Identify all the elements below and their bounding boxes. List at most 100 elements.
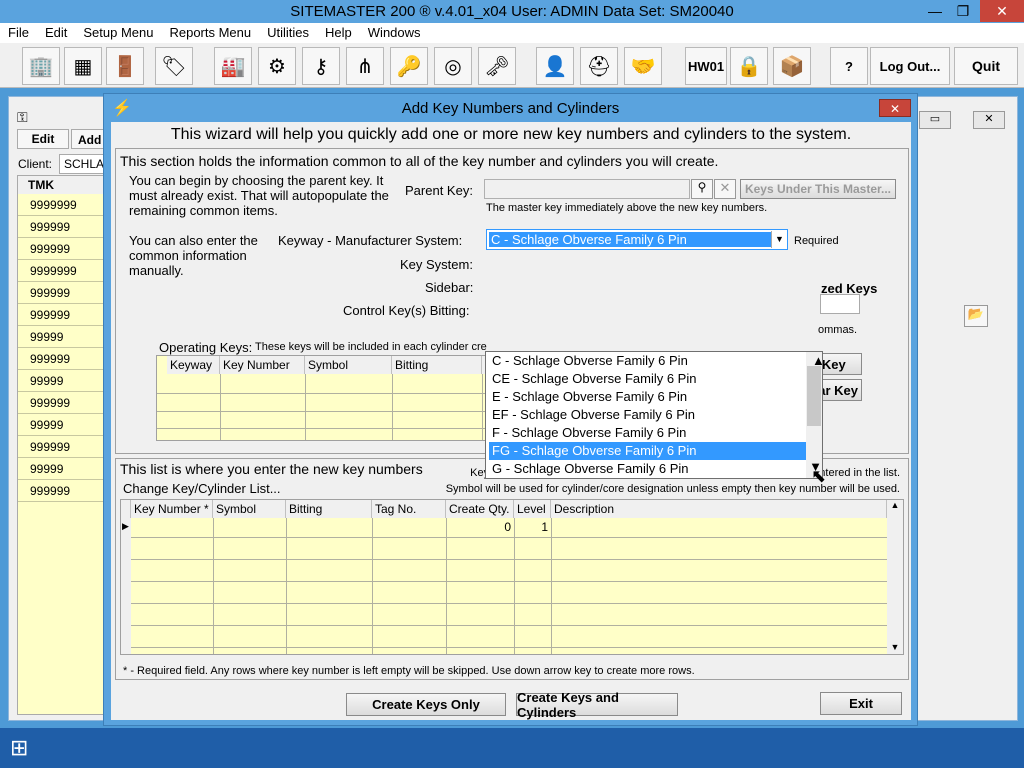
tmk-row[interactable]: 999999 [18, 392, 114, 414]
dialog-close-button[interactable]: ✕ [879, 99, 911, 117]
tmk-row[interactable]: 999999 [18, 238, 114, 260]
edit-button[interactable]: Edit [17, 129, 69, 149]
binoculars-icon[interactable]: ⚲ [691, 179, 713, 199]
menu-windows[interactable]: Windows [360, 23, 429, 40]
tmk-row[interactable]: 9999999 [18, 194, 114, 216]
footnote: * - Required field. Any rows where key n… [123, 665, 695, 677]
parent-key-label: Parent Key: [405, 183, 473, 198]
tmk-row[interactable]: 999999 [18, 282, 114, 304]
tmk-row[interactable]: 99999 [18, 458, 114, 480]
operating-keys-label: Operating Keys: [159, 340, 253, 355]
required-label: Required [794, 235, 839, 247]
dialog-titlebar: ⚡ Add Key Numbers and Cylinders ✕ [104, 94, 917, 122]
logout-button[interactable]: Log Out... [870, 47, 950, 85]
key-icon: ⚿ [17, 109, 28, 125]
chevron-down-icon[interactable]: ▼ [771, 231, 787, 248]
building-icon[interactable]: 🏢 [22, 47, 60, 85]
client-label: Client: [18, 157, 53, 171]
parent-key-input[interactable] [484, 179, 690, 199]
key-system-label: Key System: [400, 257, 473, 272]
dropdown-option[interactable]: C - Schlage Obverse Family 6 Pin [489, 352, 806, 370]
tmk-row[interactable]: 99999 [18, 370, 114, 392]
change-list-link[interactable]: Change Key/Cylinder List... [123, 481, 281, 496]
row1-qty[interactable]: 0 [451, 520, 511, 534]
keyway-dropdown-list[interactable]: C - Schlage Obverse Family 6 Pin CE - Sch… [485, 351, 825, 479]
close-button[interactable]: ✕ [980, 0, 1024, 22]
list-scrollbar[interactable]: ▲ ▼ [887, 500, 903, 654]
hw01-button[interactable]: HW01 [685, 47, 727, 85]
dropdown-option[interactable]: EF - Schlage Obverse Family 6 Pin [489, 406, 806, 424]
gears-icon[interactable]: ⚙ [258, 47, 296, 85]
new-keys-grid[interactable]: Key Number * Symbol Bitting Tag No. Crea… [120, 499, 904, 655]
quit-button[interactable]: Quit [954, 47, 1018, 85]
restore-button[interactable]: ❐ [948, 0, 978, 22]
control-bitting-label: Control Key(s) Bitting: [343, 303, 470, 318]
keyway-select-value: C - Schlage Obverse Family 6 Pin [489, 232, 771, 247]
tmk-row[interactable]: 999999 [18, 304, 114, 326]
person-icon[interactable]: 👤 [536, 47, 574, 85]
dropdown-scrollbar[interactable]: ▲ ▼ [806, 352, 825, 478]
tmk-row[interactable]: 999999 [18, 216, 114, 238]
key-tag-icon[interactable]: 🔑 [390, 47, 428, 85]
tmk-row[interactable]: 999999 [18, 480, 114, 502]
parent-help-text: You can begin by choosing the parent key… [129, 173, 389, 218]
section1-title: This section holds the information commo… [120, 153, 719, 169]
row1-level[interactable]: 1 [516, 520, 548, 534]
dropdown-option[interactable]: CE - Schlage Obverse Family 6 Pin [489, 370, 806, 388]
menu-file[interactable]: File [0, 23, 37, 40]
create-keys-cylinders-button[interactable]: Create Keys and Cylinders [516, 690, 678, 720]
handshake-icon[interactable]: 🤝 [624, 47, 662, 85]
package-icon[interactable]: 📦 [773, 47, 811, 85]
dropdown-option[interactable]: F - Schlage Obverse Family 6 Pin [489, 424, 806, 442]
exit-button[interactable]: Exit [820, 692, 902, 715]
menu-edit[interactable]: Edit [37, 23, 75, 40]
menu-setup[interactable]: Setup Menu [75, 23, 161, 40]
col-description: Description [551, 500, 887, 518]
cylinder-icon[interactable]: ◎ [434, 47, 472, 85]
dropdown-scroll-thumb[interactable] [807, 366, 821, 426]
clear-parent-icon[interactable]: ✕ [714, 179, 736, 199]
bg-restore-button[interactable]: ▭ [919, 111, 951, 129]
dropdown-option[interactable]: G - Schlage Obverse Family 6 Pin [489, 460, 806, 478]
op-col-keyway: Keyway [167, 356, 220, 374]
floorplan-icon[interactable]: ▦ [64, 47, 102, 85]
windows-start-icon[interactable]: ⊞ [10, 736, 38, 760]
keys-under-master-button[interactable]: Keys Under This Master... [740, 179, 896, 199]
dropdown-option[interactable]: FG - Schlage Obverse Family 6 Pin [489, 442, 806, 460]
tag-icon[interactable]: 🏷 [155, 47, 193, 85]
hierarchy-icon[interactable]: ⋔ [346, 47, 384, 85]
section2-title: This list is where you enter the new key… [120, 461, 423, 477]
row-pointer-icon: ▶ [122, 521, 129, 531]
col-key-number: Key Number * [131, 500, 213, 518]
lock-icon[interactable]: 🔒 [730, 47, 768, 85]
help-button[interactable]: ? [830, 47, 868, 85]
authorized-keys-input[interactable] [820, 294, 860, 314]
create-keys-only-button[interactable]: Create Keys Only [346, 693, 506, 716]
col-symbol: Symbol [213, 500, 286, 518]
keyway-select[interactable]: C - Schlage Obverse Family 6 Pin ▼ [486, 229, 788, 250]
op-col-bitting: Bitting [392, 356, 482, 374]
dropdown-option[interactable]: E - Schlage Obverse Family 6 Pin [489, 388, 806, 406]
bg-close-button[interactable]: ✕ [973, 111, 1005, 129]
col-level: Level [514, 500, 551, 518]
minimize-button[interactable]: — [920, 0, 950, 22]
keyway-label: Keyway - Manufacturer System: [278, 233, 463, 248]
key-icon[interactable]: ⚷ [302, 47, 340, 85]
tmk-row[interactable]: 9999999 [18, 260, 114, 282]
badge-icon[interactable]: ⛑ [580, 47, 618, 85]
keys-icon[interactable]: 🗝 [478, 47, 516, 85]
tmk-row[interactable]: 999999 [18, 436, 114, 458]
menu-help[interactable]: Help [317, 23, 360, 40]
tmk-row[interactable]: 99999 [18, 414, 114, 436]
factory-icon[interactable]: 🏭 [214, 47, 252, 85]
toolbar: 🏢 ▦ 🚪 🏷 🏭 ⚙ ⚷ ⋔ 🔑 ◎ 🗝 👤 ⛑ 🤝 HW01 🔒 📦 ? L… [0, 43, 1024, 88]
op-col-symbol: Symbol [305, 356, 392, 374]
menu-reports[interactable]: Reports Menu [161, 23, 259, 40]
folder-icon[interactable]: 📂 [964, 305, 988, 327]
tmk-row[interactable]: 99999 [18, 326, 114, 348]
manual-help-text: You can also enter the common informatio… [129, 233, 258, 278]
tmk-row[interactable]: 999999 [18, 348, 114, 370]
door-icon[interactable]: 🚪 [106, 47, 144, 85]
taskbar: ⊞ [0, 728, 1024, 768]
menu-utilities[interactable]: Utilities [259, 23, 317, 40]
